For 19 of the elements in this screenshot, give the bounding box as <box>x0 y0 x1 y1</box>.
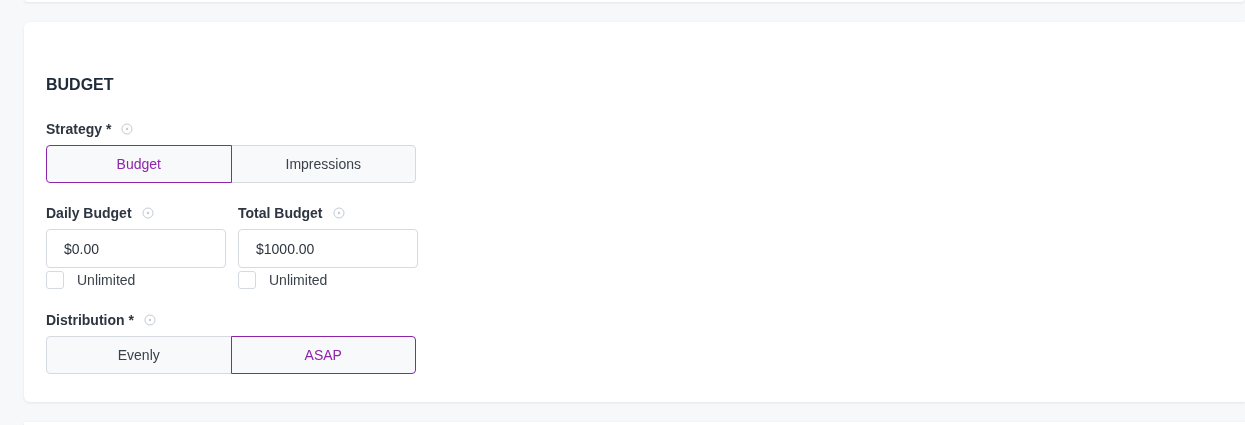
section-title: BUDGET <box>46 75 115 95</box>
checkbox-label: Unlimited <box>77 270 136 290</box>
help-icon[interactable] <box>143 314 156 326</box>
field-label: Strategy * <box>46 119 112 139</box>
input-field[interactable]: $0.00 <box>46 229 226 268</box>
checkbox[interactable] <box>46 271 64 289</box>
help-icon[interactable] <box>332 207 345 219</box>
field-label: Total Budget <box>238 203 323 223</box>
checkbox-label: Unlimited <box>269 270 328 290</box>
segment-button[interactable]: Impressions <box>230 145 416 183</box>
segment-button[interactable]: Budget <box>46 145 232 183</box>
segment-button[interactable]: ASAP <box>230 336 416 374</box>
help-icon[interactable] <box>141 207 154 219</box>
checkbox[interactable] <box>238 271 256 289</box>
input-field[interactable]: $1000.00 <box>238 229 418 268</box>
field-label: Daily Budget <box>46 203 132 223</box>
help-icon[interactable] <box>121 123 134 135</box>
field-label: Distribution * <box>46 310 134 330</box>
segment-button[interactable]: Evenly <box>46 336 232 374</box>
